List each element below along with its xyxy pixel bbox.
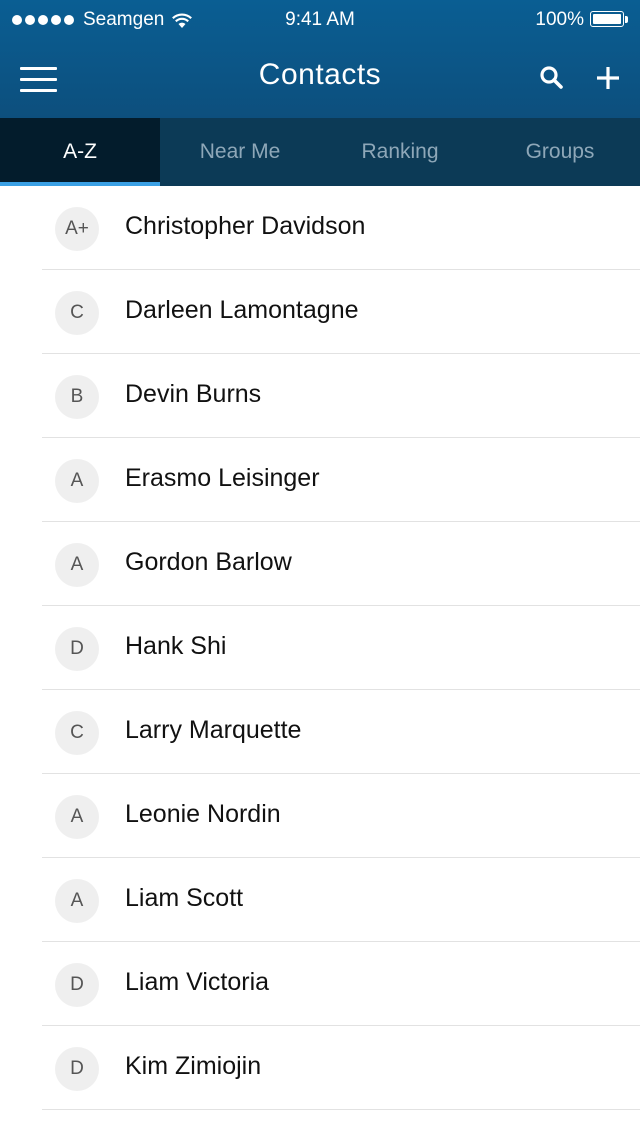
tab-a-z[interactable]: A-Z xyxy=(0,118,160,186)
contact-name: Larry Marquette xyxy=(125,716,302,744)
contact-row[interactable]: A Leonie Nordin xyxy=(0,774,640,858)
contact-row[interactable]: C Larry Marquette xyxy=(0,690,640,774)
grade-badge: D xyxy=(55,1047,99,1091)
grade-badge: A+ xyxy=(55,207,99,251)
grade-badge: A xyxy=(55,543,99,587)
battery-icon xyxy=(590,11,630,29)
contact-row[interactable]: A+ Christopher Davidson xyxy=(0,186,640,270)
tab-ranking[interactable]: Ranking xyxy=(320,118,480,186)
contact-row[interactable]: A Gordon Barlow xyxy=(0,522,640,606)
contact-row[interactable]: D Hank Shi xyxy=(0,606,640,690)
grade-badge: D xyxy=(55,963,99,1007)
contact-row[interactable]: D Liam Victoria xyxy=(0,942,640,1026)
navigation-bar: Contacts xyxy=(0,40,640,118)
contact-row[interactable]: A Erasmo Leisinger xyxy=(0,438,640,522)
contact-row[interactable]: B Devin Burns xyxy=(0,354,640,438)
contact-name: Liam Scott xyxy=(125,884,244,912)
grade-badge: D xyxy=(55,627,99,671)
plus-icon xyxy=(597,67,619,89)
grade-badge: C xyxy=(55,291,99,335)
tab-near-me[interactable]: Near Me xyxy=(160,118,320,186)
contact-row[interactable]: D Kim Zimiojin xyxy=(0,1026,640,1110)
contact-name: Devin Burns xyxy=(125,380,262,408)
tab-bar: A-Z Near Me Ranking Groups xyxy=(0,118,640,186)
grade-badge: C xyxy=(55,711,99,755)
contact-name: Erasmo Leisinger xyxy=(125,464,320,492)
contact-row[interactable]: A Liam Scott xyxy=(0,858,640,942)
grade-badge: A xyxy=(55,459,99,503)
tab-groups[interactable]: Groups xyxy=(480,118,640,186)
contact-name: Christopher Davidson xyxy=(125,212,366,240)
contact-name: Leonie Nordin xyxy=(125,800,281,828)
grade-badge: A xyxy=(55,795,99,839)
contact-list: A+ Christopher Davidson C Darleen Lamont… xyxy=(0,186,640,1110)
contact-name: Hank Shi xyxy=(125,632,227,660)
search-button[interactable] xyxy=(538,64,566,92)
contact-name: Darleen Lamontagne xyxy=(125,296,359,324)
app-header: Seamgen 9:41 AM 100% Contacts xyxy=(0,0,640,118)
contact-row[interactable]: C Darleen Lamontagne xyxy=(0,270,640,354)
battery-percentage: 100% xyxy=(535,9,584,30)
grade-badge: B xyxy=(55,375,99,419)
contact-name: Gordon Barlow xyxy=(125,548,292,576)
contact-name: Liam Victoria xyxy=(125,968,270,996)
contact-name: Kim Zimiojin xyxy=(125,1052,262,1080)
status-bar: Seamgen 9:41 AM 100% xyxy=(0,0,640,40)
grade-badge: A xyxy=(55,879,99,923)
search-icon xyxy=(540,66,563,89)
add-contact-button[interactable] xyxy=(594,64,622,92)
status-right: 100% xyxy=(535,9,630,31)
